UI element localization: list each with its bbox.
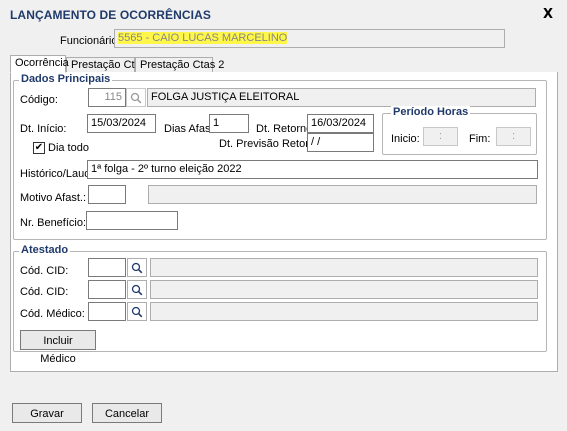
medico-description bbox=[150, 302, 538, 321]
motivo-afast-input[interactable] bbox=[88, 185, 126, 204]
cid2-label: Cód. CID: bbox=[20, 286, 69, 298]
dia-todo-label: Dia todo bbox=[48, 142, 89, 154]
search-icon bbox=[131, 262, 143, 273]
historico-input[interactable]: 1ª folga - 2º turno eleição 2022 bbox=[87, 160, 538, 179]
cid1-description bbox=[150, 258, 538, 277]
medico-input[interactable] bbox=[88, 302, 126, 321]
gravar-button[interactable]: Gravar bbox=[12, 403, 82, 423]
dias-afast-input[interactable]: 1 bbox=[209, 114, 249, 133]
tab-ocorrencia[interactable]: Ocorrência bbox=[10, 55, 69, 73]
dt-inicio-input[interactable]: 15/03/2024 bbox=[87, 114, 156, 133]
dia-todo-checkbox[interactable]: ✔ bbox=[33, 142, 45, 154]
search-icon bbox=[131, 306, 143, 317]
group-title-dados-principais: Dados Principais bbox=[19, 73, 113, 85]
nr-beneficio-label: Nr. Benefício: bbox=[20, 217, 87, 229]
funcionario-value: 5565 - CAIO LUCAS MARCELINO bbox=[118, 32, 288, 44]
group-title-atestado: Atestado bbox=[19, 244, 71, 256]
codigo-label: Código: bbox=[20, 94, 58, 106]
search-icon bbox=[131, 284, 143, 295]
motivo-afast-description bbox=[148, 185, 537, 204]
dt-previsao-input[interactable]: / / bbox=[307, 133, 374, 152]
cid2-description bbox=[150, 280, 538, 299]
cid1-label: Cód. CID: bbox=[20, 265, 69, 277]
dt-retorno-input[interactable]: 16/03/2024 bbox=[307, 114, 374, 133]
dt-inicio-label: Dt. Início: bbox=[20, 123, 67, 135]
inicio-input[interactable]: : bbox=[423, 127, 458, 146]
nr-beneficio-input[interactable] bbox=[86, 211, 178, 230]
incluir-medico-button[interactable]: Incluir Médico bbox=[20, 330, 96, 365]
cid2-search-button[interactable] bbox=[127, 280, 147, 299]
fim-input[interactable]: : bbox=[496, 127, 531, 146]
motivo-afast-label: Motivo Afast.: bbox=[20, 192, 87, 204]
cid1-input[interactable] bbox=[88, 258, 126, 277]
cancelar-button[interactable]: Cancelar bbox=[92, 403, 162, 423]
cid2-input[interactable] bbox=[88, 280, 126, 299]
fim-label: Fim: bbox=[469, 133, 491, 145]
inicio-label: Inicio: bbox=[391, 133, 420, 145]
funcionario-field: 5565 - CAIO LUCAS MARCELINO bbox=[114, 29, 505, 48]
window-title: LANÇAMENTO DE OCORRÊNCIAS bbox=[10, 8, 211, 22]
codigo-search-button[interactable] bbox=[126, 88, 146, 107]
cid1-search-button[interactable] bbox=[127, 258, 147, 277]
search-icon bbox=[130, 92, 142, 103]
tab-prestacao-ctas[interactable]: Prestação Ctas bbox=[66, 57, 146, 73]
medico-search-button[interactable] bbox=[127, 302, 147, 321]
funcionario-label: Funcionário: bbox=[60, 35, 121, 47]
tab-prestacao-ctas-2[interactable]: Prestação Ctas 2 bbox=[135, 57, 224, 73]
codigo-description: FOLGA JUSTIÇA ELEITORAL bbox=[147, 88, 536, 107]
group-title-periodo-horas: Período Horas bbox=[391, 106, 471, 118]
codigo-input[interactable]: 115 bbox=[88, 88, 126, 107]
close-button[interactable]: X bbox=[543, 7, 553, 22]
medico-label: Cód. Médico: bbox=[20, 308, 85, 320]
